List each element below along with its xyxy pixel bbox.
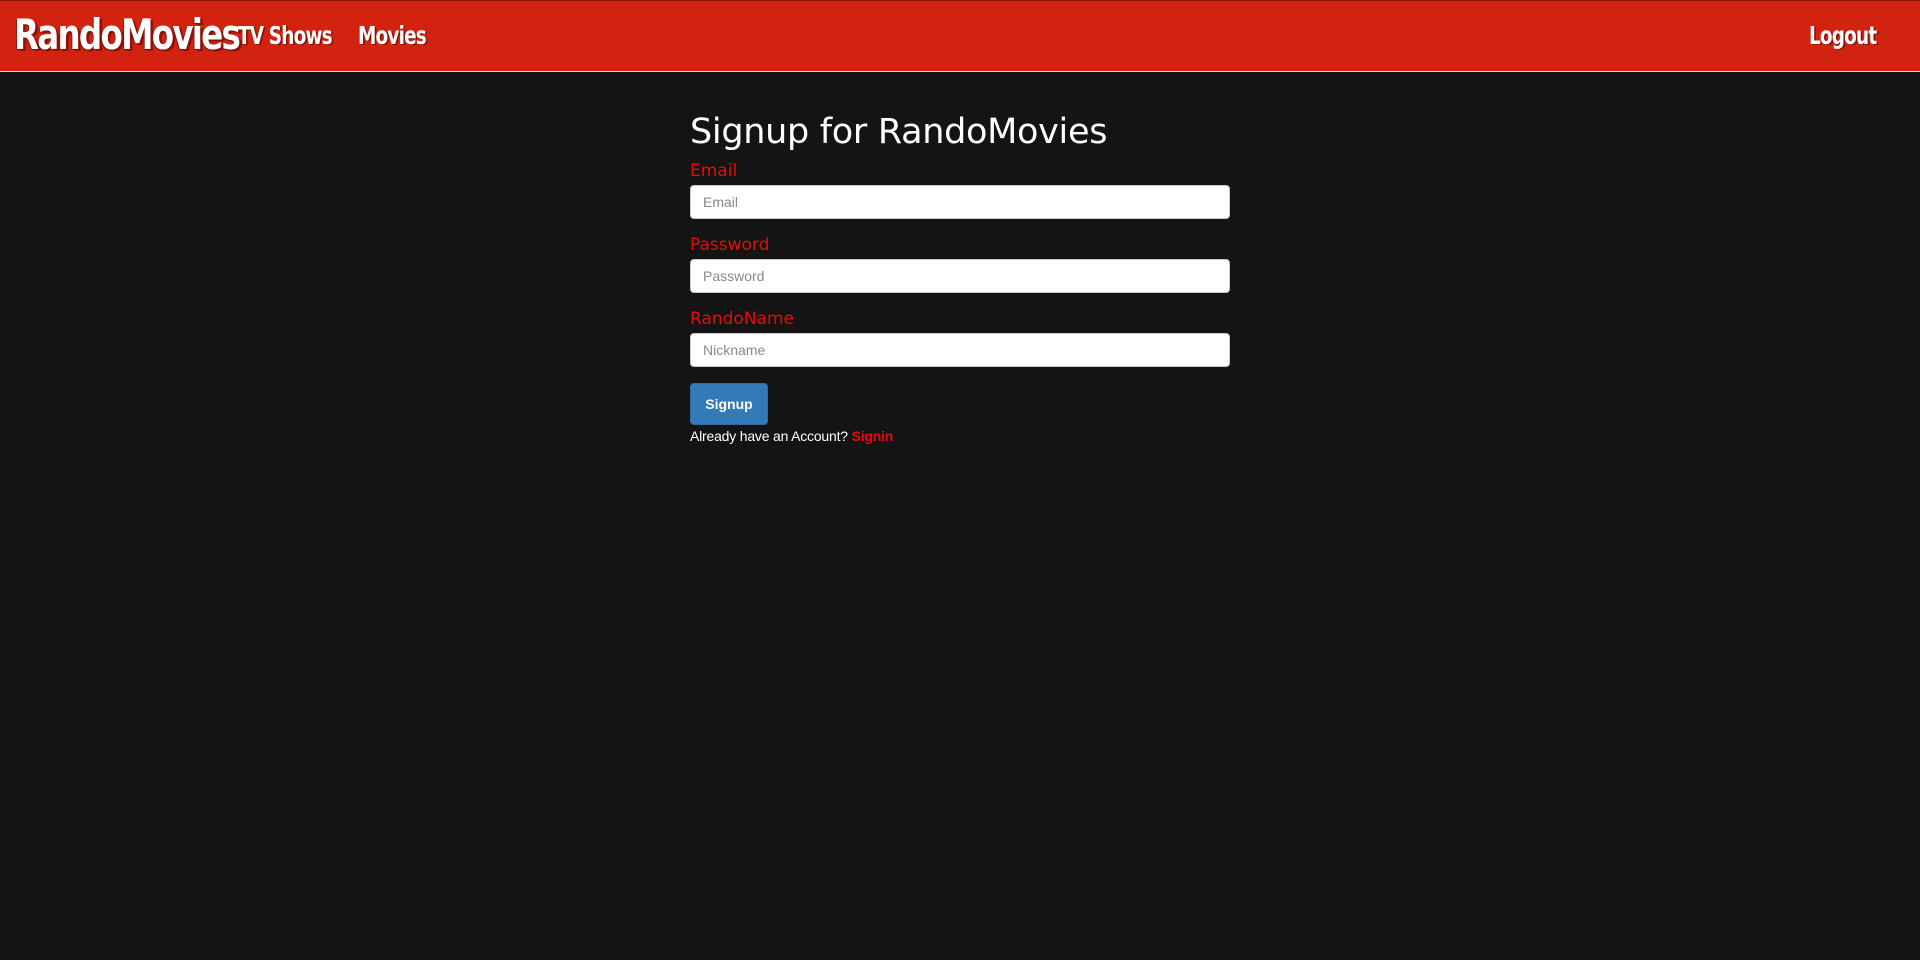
signup-button[interactable]: Signup (690, 383, 768, 425)
password-label: Password (690, 235, 770, 255)
nickname-group: RandoName (690, 308, 1230, 367)
password-field[interactable] (690, 259, 1230, 293)
nickname-label: RandoName (690, 309, 794, 329)
signin-prompt: Already have an Account? Signin (690, 427, 1230, 445)
nav-logout[interactable]: Logout (1809, 19, 1877, 53)
signin-link[interactable]: Signin (852, 428, 894, 444)
signup-form: Signup for RandoMovies Email Password Ra… (690, 110, 1230, 445)
email-field[interactable] (690, 185, 1230, 219)
nav-movies[interactable]: Movies (358, 19, 427, 53)
email-label: Email (690, 161, 738, 181)
already-text: Already have an Account? (690, 428, 848, 444)
nickname-field[interactable] (690, 333, 1230, 367)
nav-tv-shows[interactable]: TV Shows (238, 19, 333, 53)
page-title: Signup for RandoMovies (690, 112, 1108, 152)
email-group: Email (690, 160, 1230, 219)
brand-logo[interactable]: RandoMovies (14, 7, 241, 63)
top-navbar: RandoMovies TV Shows Movies Logout (0, 0, 1920, 72)
password-group: Password (690, 234, 1230, 293)
